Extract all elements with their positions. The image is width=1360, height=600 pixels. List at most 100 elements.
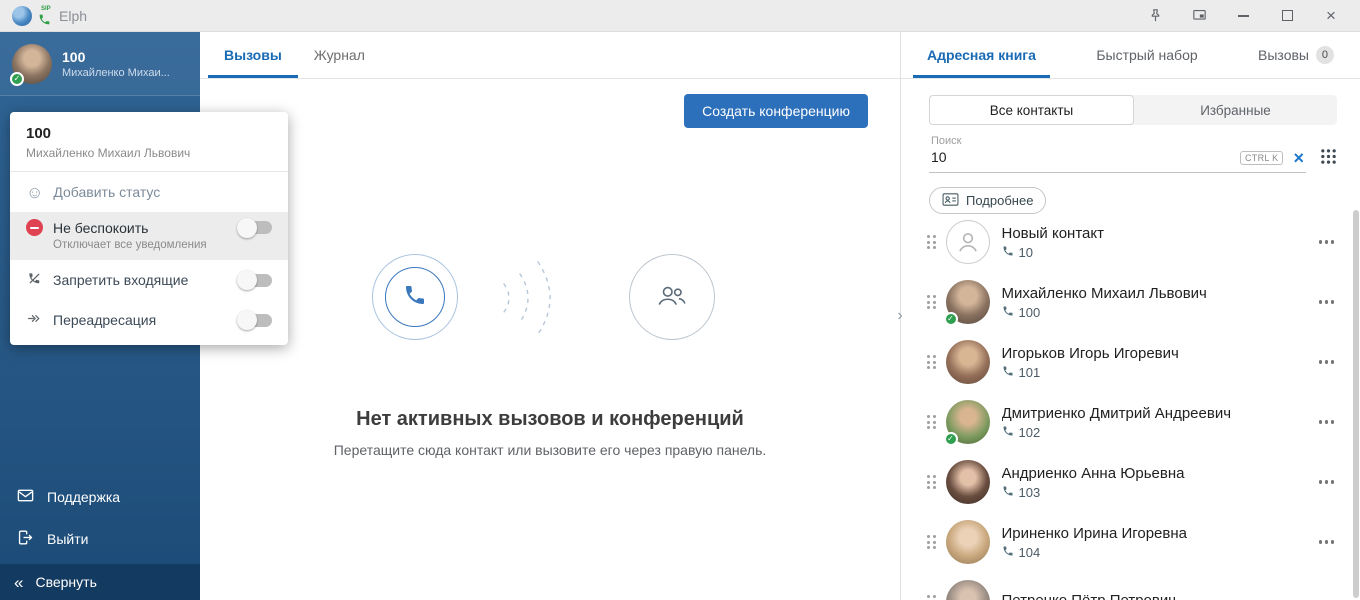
chevrons-left-icon: « [14, 574, 23, 591]
tab-calls-right[interactable]: Вызовы 0 [1256, 32, 1336, 78]
add-status-item[interactable]: ☺ Добавить статус [10, 172, 288, 212]
more-options-icon[interactable] [1313, 292, 1341, 312]
avatar [946, 340, 990, 384]
collapse-label: Свернуть [35, 574, 96, 590]
logout-icon [16, 528, 35, 550]
contact-name: Петренко Пётр Петрович [1002, 592, 1313, 600]
online-status-icon: ✓ [944, 312, 958, 326]
clear-search-icon[interactable]: × [1293, 151, 1304, 165]
phone-icon [1002, 485, 1014, 500]
avatar [946, 460, 990, 504]
more-options-icon[interactable] [1313, 232, 1341, 252]
contact-row[interactable]: Петренко Пётр Петрович [901, 572, 1350, 600]
drag-handle-icon[interactable] [927, 355, 936, 369]
more-options-icon[interactable] [1313, 412, 1341, 432]
conference-circle [629, 254, 715, 340]
empty-state-title: Нет активных вызовов и конференций [200, 408, 900, 431]
search-label: Поиск [931, 135, 1306, 147]
contact-row[interactable]: Новый контакт 10 [901, 212, 1350, 272]
maximize-button[interactable] [1278, 7, 1296, 25]
dnd-label: Не беспокоить [53, 220, 148, 236]
contact-row[interactable]: Ириненко Ирина Игоревна 104 [901, 512, 1350, 572]
logout-label: Выйти [47, 531, 88, 547]
tab-calls[interactable]: Вызовы [208, 32, 298, 78]
drag-handle-icon[interactable] [927, 595, 936, 600]
search-field[interactable]: Поиск CTRL K × [929, 135, 1306, 173]
tab-speeddial[interactable]: Быстрый набор [1094, 32, 1199, 78]
contact-number: 100 [1019, 305, 1041, 320]
panel-collapse-handle[interactable]: › [892, 304, 908, 328]
block-incoming-label: Запретить входящие [53, 272, 188, 288]
block-incoming-toggle[interactable] [239, 274, 272, 287]
contact-name: Михайленко Михаил Львович [1002, 285, 1313, 302]
online-status-icon: ✓ [944, 432, 958, 446]
block-incoming-item[interactable]: Запретить входящие [10, 260, 288, 300]
avatar: ✓ [946, 400, 990, 444]
avatar-placeholder [946, 220, 990, 264]
contact-number: 102 [1019, 425, 1041, 440]
contact-row[interactable]: Андриенко Анна Юрьевна 103 [901, 452, 1350, 512]
phone-icon [1002, 365, 1014, 380]
dialpad-icon[interactable] [1320, 148, 1337, 173]
sidebar-collapse-button[interactable]: « Свернуть [0, 564, 200, 600]
details-button[interactable]: Подробнее [929, 187, 1046, 214]
contact-row[interactable]: Игорьков Игорь Игоревич 101 [901, 332, 1350, 392]
more-options-icon[interactable] [1313, 532, 1341, 552]
avatar: ✓ [946, 280, 990, 324]
main-area: Вызовы Журнал Создать конференцию Нет ак… [200, 32, 900, 600]
contact-name: Андриенко Анна Юрьевна [1002, 465, 1313, 482]
more-options-icon[interactable] [1313, 592, 1341, 600]
segment-all-contacts[interactable]: Все контакты [929, 95, 1134, 125]
contact-number: 101 [1019, 365, 1041, 380]
sidebar-item-support[interactable]: Поддержка [0, 476, 200, 518]
tab-addressbook[interactable]: Адресная книга [925, 32, 1038, 78]
sidebar-user-profile[interactable]: ✓ 100 Михайленко Михаи... [0, 32, 200, 96]
forwarding-label: Переадресация [53, 312, 156, 328]
online-status-icon: ✓ [10, 72, 24, 86]
sip-phone-icon: SIP [37, 5, 55, 27]
drag-handle-icon[interactable] [927, 415, 936, 429]
drag-handle-icon[interactable] [927, 475, 936, 489]
dnd-icon [26, 219, 43, 236]
scrollbar[interactable] [1353, 210, 1359, 598]
phone-icon [1002, 305, 1014, 320]
contact-number: 103 [1019, 485, 1041, 500]
tab-journal[interactable]: Журнал [298, 32, 381, 78]
app-title: Elph [59, 8, 87, 24]
more-options-icon[interactable] [1313, 472, 1341, 492]
phone-icon [1002, 425, 1014, 440]
sound-waves-icon [494, 246, 558, 355]
popout-icon[interactable] [1190, 7, 1208, 25]
main-tabbar: Вызовы Журнал [200, 32, 900, 79]
support-label: Поддержка [47, 489, 120, 505]
pin-icon[interactable] [1146, 7, 1164, 25]
contact-row[interactable]: ✓ Дмитриенко Дмитрий Андреевич 102 [901, 392, 1350, 452]
avatar [946, 520, 990, 564]
close-button[interactable]: × [1322, 7, 1340, 25]
contacts-segmented-control: Все контакты Избранные [929, 95, 1337, 125]
dnd-item[interactable]: Не беспокоить Отключает все уведомления [10, 212, 288, 260]
empty-state-illustration [200, 250, 900, 354]
forwarding-toggle[interactable] [239, 314, 272, 327]
dnd-toggle[interactable] [239, 221, 272, 234]
dnd-sublabel: Отключает все уведомления [53, 239, 272, 251]
contact-row[interactable]: ✓ Михайленко Михаил Львович 100 [901, 272, 1350, 332]
more-options-icon[interactable] [1313, 352, 1341, 372]
drag-handle-icon[interactable] [927, 535, 936, 549]
search-input[interactable] [931, 149, 1137, 165]
segment-favorites[interactable]: Избранные [1134, 95, 1337, 125]
empty-state-subtitle: Перетащите сюда контакт или вызовите его… [200, 442, 900, 458]
phone-icon [1002, 545, 1014, 560]
mail-icon [16, 486, 35, 508]
smiley-icon: ☺ [26, 184, 43, 201]
minimize-button[interactable] [1234, 7, 1252, 25]
contact-number: 104 [1019, 545, 1041, 560]
drag-handle-icon[interactable] [927, 295, 936, 309]
phone-icon [1002, 245, 1014, 260]
drag-handle-icon[interactable] [927, 235, 936, 249]
titlebar: SIP Elph × [0, 0, 1360, 32]
forwarding-item[interactable]: Переадресация [10, 300, 288, 340]
popup-user-number: 100 [26, 125, 272, 142]
create-conference-button[interactable]: Создать конференцию [684, 94, 868, 128]
sidebar-item-logout[interactable]: Выйти [0, 518, 200, 560]
